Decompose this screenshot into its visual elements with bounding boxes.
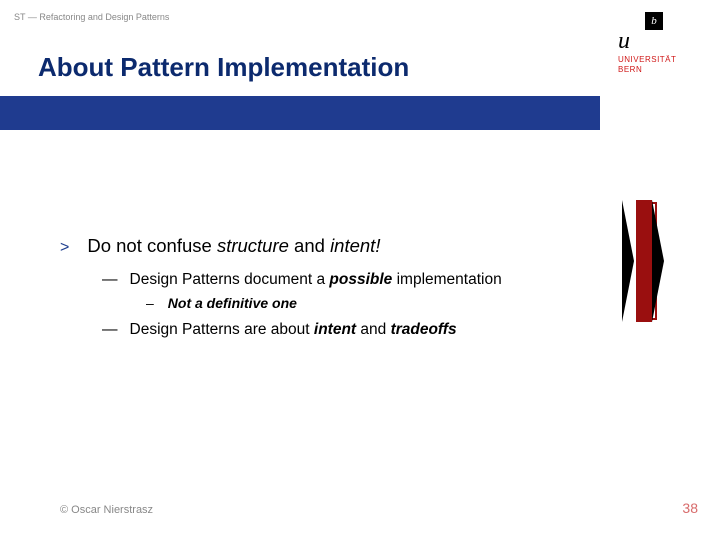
- page-number: 38: [682, 500, 698, 516]
- university-name: UNIVERSITÄT BERN: [618, 55, 676, 74]
- subsub-bullet: –Not a definitive one: [146, 295, 680, 311]
- text-span: implementation: [392, 271, 501, 288]
- endash-icon: –: [146, 295, 154, 311]
- university-logo: b u UNIVERSITÄT BERN: [600, 0, 720, 96]
- text-span: Design Patterns document a: [130, 271, 330, 288]
- sub-bullet-2: — Design Patterns are about intent and tr…: [102, 321, 680, 339]
- text-span: and: [289, 235, 330, 256]
- uni-line2: BERN: [618, 65, 642, 74]
- uni-line1: UNIVERSITÄT: [618, 55, 676, 64]
- footer-copyright: © Oscar Nierstrasz: [60, 504, 153, 516]
- slide-content: > Do not confuse structure and intent! — D…: [60, 235, 680, 345]
- text-possible: possible: [329, 271, 392, 288]
- header-breadcrumb: ST — Refactoring and Design Patterns: [14, 12, 169, 22]
- svg-text:u: u: [618, 30, 630, 52]
- bullet-arrow-icon: >: [60, 239, 69, 256]
- slide-title: About Pattern Implementation: [38, 52, 409, 83]
- logo-u-letter: u: [618, 30, 644, 52]
- text-span: Design Patterns are about: [130, 321, 314, 338]
- sub-bullet-1: — Design Patterns document a possible imp…: [102, 271, 680, 289]
- text-intent: intent!: [330, 235, 380, 256]
- text-span: Do not confuse: [87, 235, 217, 256]
- logo-b-letter: b: [651, 12, 657, 30]
- logo-b-box: b: [645, 12, 663, 30]
- dash-icon: —: [102, 321, 118, 338]
- title-underline-bar: [0, 96, 600, 130]
- main-bullet: > Do not confuse structure and intent!: [60, 235, 680, 257]
- text-intent2: intent: [314, 321, 356, 338]
- dash-icon: —: [102, 271, 118, 288]
- text-span: and: [356, 321, 390, 338]
- text-structure: structure: [217, 235, 289, 256]
- text-tradeoffs: tradeoffs: [391, 321, 457, 338]
- text-span: Not a definitive one: [168, 295, 297, 311]
